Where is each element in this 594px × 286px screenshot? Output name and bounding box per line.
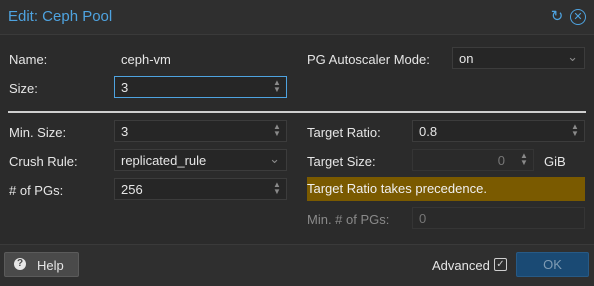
advanced-checkbox[interactable]: ✓ bbox=[494, 258, 507, 271]
size-label: Size: bbox=[9, 81, 38, 96]
crush-rule-value: replicated_rule bbox=[121, 153, 207, 168]
size-spinner[interactable]: ▲ ▼ bbox=[272, 79, 282, 95]
precedence-notice-text: Target Ratio takes precedence. bbox=[307, 181, 487, 196]
name-value: ceph-vm bbox=[121, 52, 171, 67]
size-field[interactable]: 3 ▲ ▼ bbox=[114, 76, 287, 98]
autoscaler-label: PG Autoscaler Mode: bbox=[307, 52, 430, 67]
min-size-value: 3 bbox=[121, 124, 129, 139]
min-size-spinner[interactable]: ▲ ▼ bbox=[272, 123, 282, 139]
pgs-field[interactable]: 256 ▲ ▼ bbox=[114, 178, 287, 200]
help-icon: ? bbox=[14, 258, 26, 270]
target-ratio-field[interactable]: 0.8 ▲ ▼ bbox=[412, 120, 585, 142]
chevron-down-icon: ⌄ bbox=[269, 151, 280, 166]
help-button-label: Help bbox=[37, 258, 64, 273]
crush-rule-select[interactable]: replicated_rule ⌄ bbox=[114, 149, 287, 171]
target-size-spinner[interactable]: ▲ ▼ bbox=[519, 152, 529, 168]
min-size-field[interactable]: 3 ▲ ▼ bbox=[114, 120, 287, 142]
autoscaler-value: on bbox=[459, 51, 474, 66]
target-size-label: Target Size: bbox=[307, 154, 376, 169]
ok-button[interactable]: OK bbox=[516, 252, 589, 277]
autoscaler-select[interactable]: on ⌄ bbox=[452, 47, 585, 69]
target-ratio-spinner[interactable]: ▲ ▼ bbox=[570, 123, 580, 139]
min-pgs-value: 0 bbox=[419, 211, 427, 226]
min-pgs-label: Min. # of PGs: bbox=[307, 212, 390, 227]
target-size-unit: GiB bbox=[544, 154, 566, 169]
pgs-value: 256 bbox=[121, 182, 143, 197]
target-ratio-value: 0.8 bbox=[419, 124, 438, 139]
size-value: 3 bbox=[121, 80, 129, 95]
target-size-field[interactable]: 0 ▲ ▼ bbox=[412, 149, 534, 171]
dialog-footer: ? Help Advanced ✓ OK bbox=[0, 244, 594, 286]
precedence-notice: Target Ratio takes precedence. bbox=[307, 177, 585, 201]
min-pgs-field[interactable]: 0 bbox=[412, 207, 585, 229]
pgs-spinner[interactable]: ▲ ▼ bbox=[272, 181, 282, 197]
refresh-icon[interactable]: ↻ bbox=[549, 9, 565, 25]
advanced-label: Advanced bbox=[432, 258, 490, 273]
chevron-down-icon: ⌄ bbox=[567, 49, 578, 64]
name-label: Name: bbox=[9, 52, 48, 67]
crush-rule-label: Crush Rule: bbox=[9, 154, 78, 169]
close-icon[interactable]: ✕ bbox=[570, 9, 586, 25]
dialog-titlebar: Edit: Ceph Pool ↻ ✕ bbox=[0, 0, 594, 35]
dialog-body: Name: ceph-vm Size: 3 ▲ ▼ PG Autoscaler M… bbox=[0, 35, 594, 244]
min-size-label: Min. Size: bbox=[9, 125, 67, 140]
target-size-value: 0 bbox=[497, 153, 505, 168]
pgs-label: # of PGs: bbox=[9, 183, 64, 198]
dialog-title: Edit: Ceph Pool bbox=[8, 8, 113, 25]
help-button[interactable]: ? Help bbox=[4, 252, 79, 277]
target-ratio-label: Target Ratio: bbox=[307, 125, 381, 140]
section-divider bbox=[8, 111, 586, 113]
